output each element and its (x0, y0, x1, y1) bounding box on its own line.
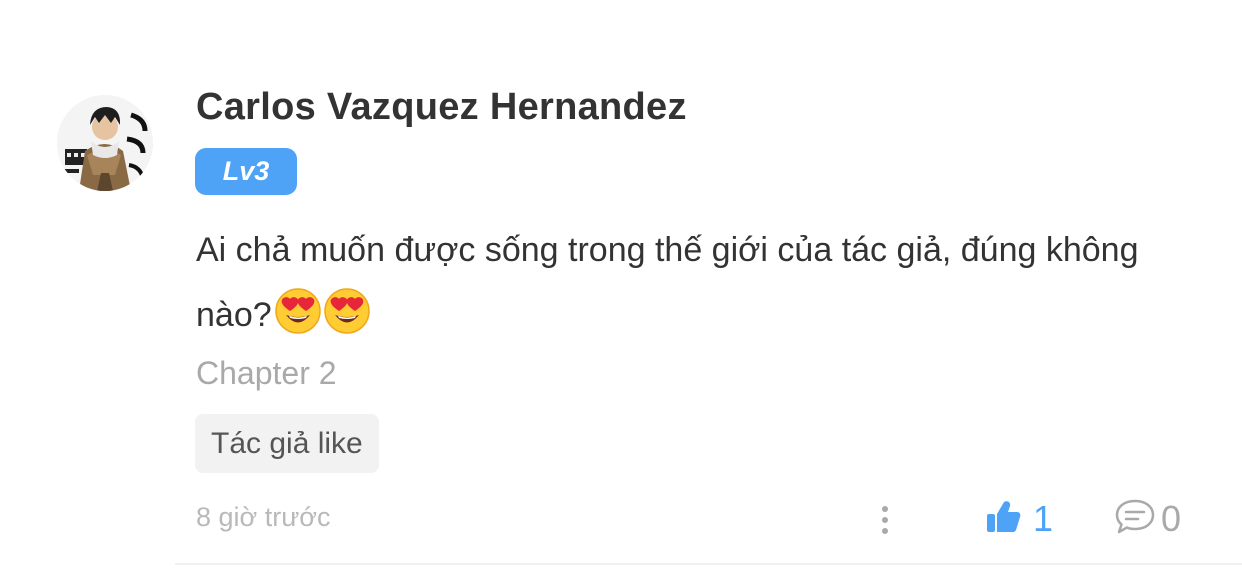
more-vertical-icon-dot (882, 517, 888, 523)
author-like-tag-label: Tác giả like (211, 426, 363, 460)
comment-body: Ai chả muốn được sống trong thế giới của… (196, 218, 1186, 356)
divider (175, 563, 1242, 565)
level-badge: Lv3 (195, 148, 297, 195)
avatar[interactable] (57, 95, 153, 191)
more-options-button[interactable] (870, 500, 900, 540)
chapter-link[interactable]: Chapter 2 (196, 355, 337, 392)
reply-count: 0 (1161, 498, 1182, 539)
heart-eyes-emoji-icon (274, 288, 321, 356)
chat-bubble-icon (1115, 498, 1155, 541)
author-name[interactable]: Carlos Vazquez Hernandez (196, 86, 687, 129)
timestamp: 8 giờ trước (196, 502, 331, 532)
like-count: 1 (1033, 498, 1054, 539)
more-vertical-icon (882, 506, 888, 512)
reply-button[interactable]: 0 (1115, 494, 1181, 544)
heart-eyes-emoji-icon (323, 288, 370, 356)
author-like-tag: Tác giả like (195, 414, 379, 473)
like-button[interactable]: 1 (985, 494, 1053, 544)
thumbs-up-icon (985, 500, 1021, 539)
more-vertical-icon-dot (882, 528, 888, 534)
